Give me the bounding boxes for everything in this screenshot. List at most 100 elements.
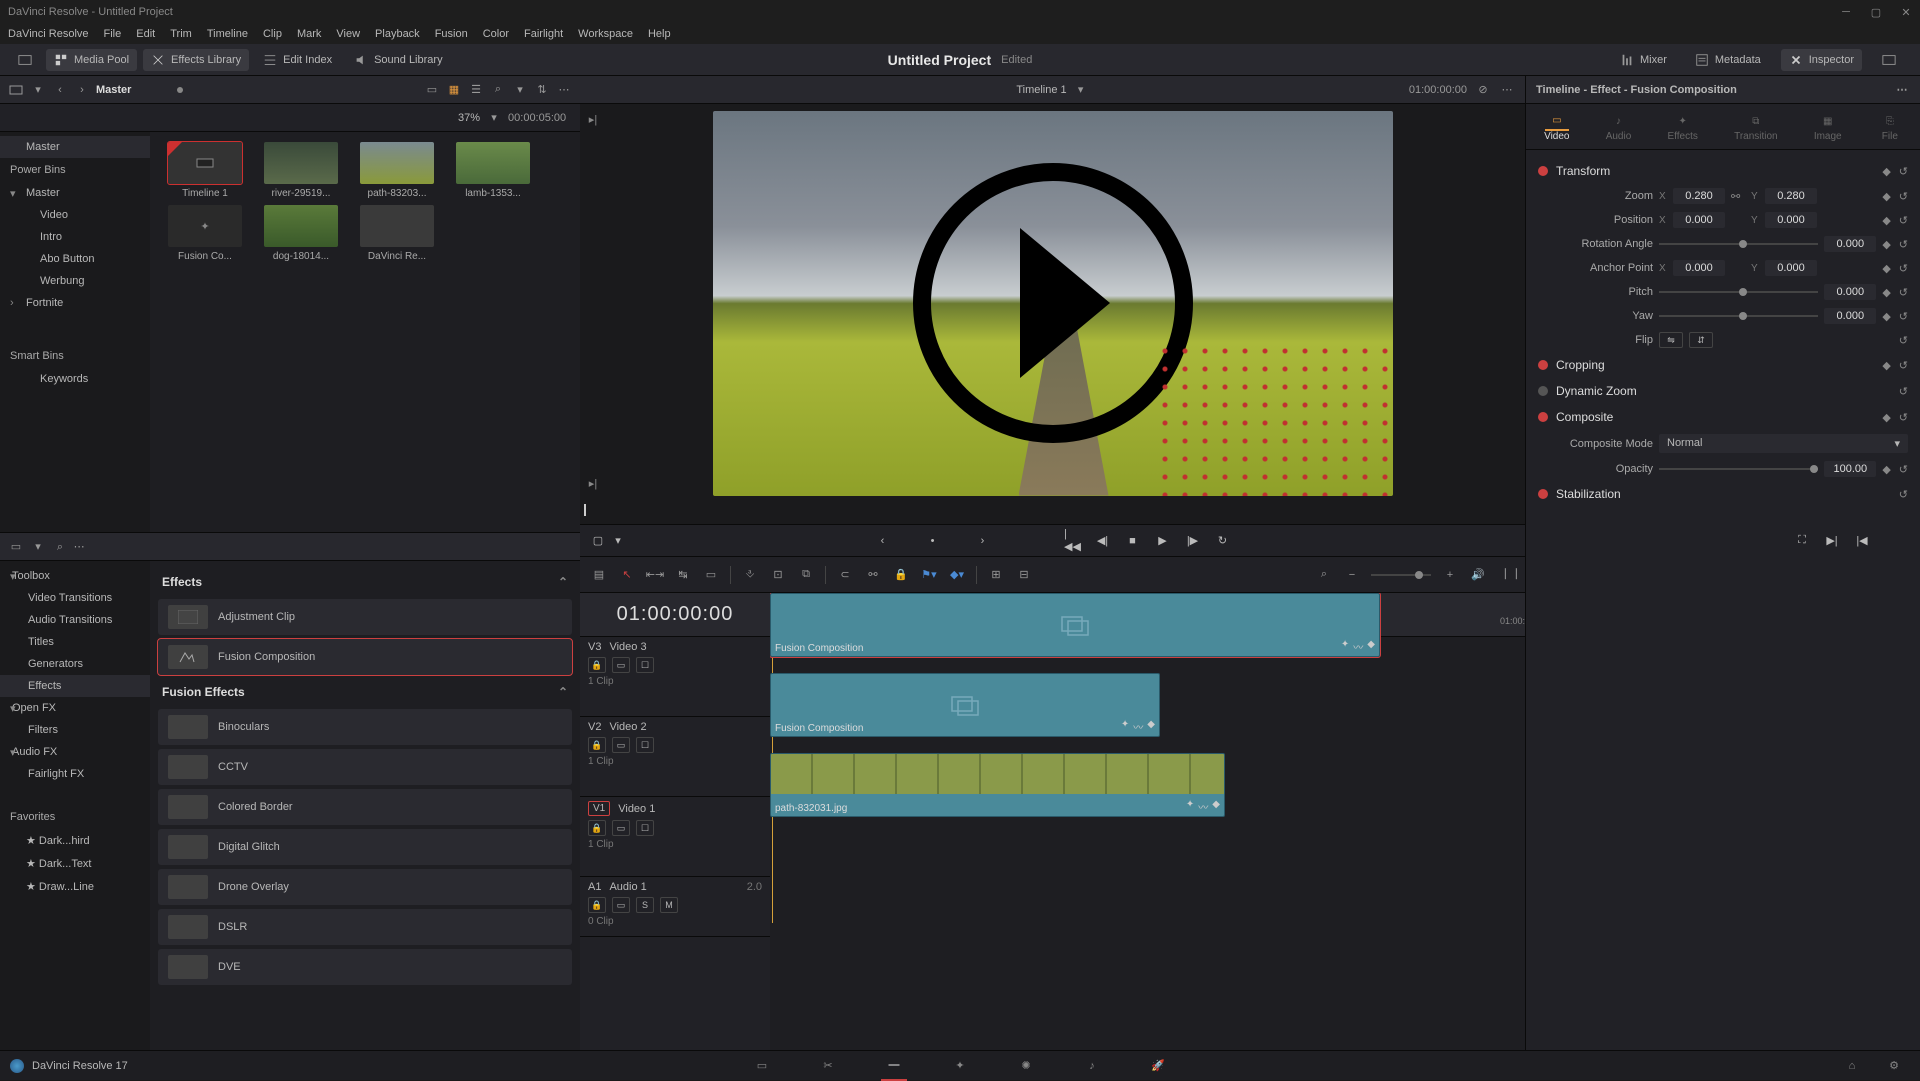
bin-item[interactable]: ▾Master (0, 182, 150, 204)
track-header[interactable]: V1Video 1🔒▭☐1 Clip (580, 797, 770, 877)
zoom-out-icon[interactable]: ⌕ (1315, 566, 1333, 584)
pos-x-input[interactable] (1673, 212, 1725, 228)
list-view-icon[interactable]: ☰ (468, 82, 484, 98)
next-mark-icon[interactable]: › (975, 533, 991, 549)
zoom-x-input[interactable] (1673, 188, 1725, 204)
more-icon[interactable]: ⋯ (1894, 82, 1910, 98)
track-header[interactable]: A1Audio 12.0🔒▭SM0 Clip (580, 877, 770, 937)
lock-icon[interactable]: 🔒 (588, 737, 606, 753)
tab-audio[interactable]: ♪Audio (1606, 111, 1632, 142)
tab-video[interactable]: ▭Video (1544, 111, 1569, 142)
fx-tree-item[interactable]: Generators (0, 653, 150, 675)
trim-tool-icon[interactable]: ⇤⇥ (646, 566, 664, 584)
menu-item[interactable]: Fusion (435, 28, 468, 40)
keyframe-icon[interactable]: ◆ (1882, 286, 1890, 299)
yaw-input[interactable] (1824, 308, 1876, 324)
menu-item[interactable]: Edit (136, 28, 155, 40)
media-pool-button[interactable]: Media Pool (46, 49, 137, 71)
search-icon[interactable]: ⌕ (52, 539, 68, 555)
lock-icon[interactable]: 🔒 (588, 657, 606, 673)
viewer-mode-icon[interactable]: ▢ (590, 533, 606, 549)
page-fairlight-icon[interactable]: ♪ (1079, 1055, 1105, 1077)
reset-icon[interactable]: ↺ (1899, 286, 1908, 299)
favorite-item[interactable]: ★ Dark...Text (0, 852, 150, 875)
fx-tree-item[interactable]: Fairlight FX (0, 763, 150, 785)
effect-item[interactable]: Fusion Composition (158, 639, 572, 675)
menu-item[interactable]: Workspace (578, 28, 633, 40)
clip-thumbnail[interactable]: river-29519... (256, 142, 346, 199)
fx-tree-item[interactable]: ▾Open FX (0, 697, 150, 719)
effect-item[interactable]: Colored Border (158, 789, 572, 825)
close-icon[interactable]: ✕ (1900, 6, 1912, 18)
keyframe-icon[interactable]: ◆ (1882, 463, 1890, 476)
nav-fwd-icon[interactable]: › (74, 82, 90, 98)
edit-index-button[interactable]: Edit Index (255, 49, 340, 71)
page-fusion-icon[interactable]: ✦ (947, 1055, 973, 1077)
zoom-minus-icon[interactable]: − (1343, 566, 1361, 584)
sync-icon[interactable]: ▭ (612, 820, 630, 836)
chevron-down-icon[interactable]: ▾ (486, 110, 502, 126)
pitch-slider[interactable] (1659, 284, 1818, 300)
more-icon[interactable]: ⋯ (556, 82, 572, 98)
category-header[interactable]: Effects⌃ (158, 569, 572, 595)
chevron-down-icon[interactable]: ▾ (1073, 82, 1089, 98)
lock-icon[interactable]: 🔒 (588, 897, 606, 913)
next-frame-icon[interactable]: |▶ (1185, 533, 1201, 549)
page-edit-icon[interactable]: ⎯⎯ (881, 1055, 907, 1077)
section-dynamic-zoom[interactable]: Dynamic Zoom↺ (1538, 378, 1908, 404)
menu-item[interactable]: Color (483, 28, 509, 40)
scrubber[interactable] (580, 502, 1525, 524)
keyframe-icon[interactable]: ◆ (1882, 238, 1890, 251)
timeline-clip[interactable]: Fusion Composition✦〰◆ (770, 593, 1380, 657)
reset-icon[interactable]: ↺ (1899, 310, 1908, 323)
page-color-icon[interactable]: ✺ (1013, 1055, 1039, 1077)
fx-tree-item[interactable]: Video Transitions (0, 587, 150, 609)
bin-item[interactable]: Abo Button (0, 248, 150, 270)
anchor-x-input[interactable] (1673, 260, 1725, 276)
clip-thumbnail[interactable]: lamb-1353... (448, 142, 538, 199)
mute-button[interactable]: M (660, 897, 678, 913)
dynamic-trim-icon[interactable]: ↹ (674, 566, 692, 584)
fx-tree-item[interactable]: Effects (0, 675, 150, 697)
inspector-button[interactable]: Inspector (1781, 49, 1862, 71)
effect-item[interactable]: Binoculars (158, 709, 572, 745)
clip-thumbnail[interactable]: dog-18014... (256, 205, 346, 262)
prev-frame-icon[interactable]: ◀| (1095, 533, 1111, 549)
keyframe-icon[interactable]: ◆ (1882, 359, 1890, 372)
bin-item[interactable]: ›Fortnite (0, 292, 150, 314)
sync-icon[interactable]: ▭ (612, 897, 630, 913)
favorite-item[interactable]: ★ Dark...hird (0, 829, 150, 852)
nav-back-icon[interactable]: ‹ (52, 82, 68, 98)
fx-tree-item[interactable]: ▾Toolbox (0, 565, 150, 587)
fx-tree-item[interactable]: Audio Transitions (0, 609, 150, 631)
mixer-button[interactable]: Mixer (1612, 49, 1675, 71)
zoom-plus-icon[interactable]: + (1441, 566, 1459, 584)
menu-item[interactable]: DaVinci Resolve (8, 28, 89, 40)
marker-dot-icon[interactable]: • (925, 533, 941, 549)
effect-item[interactable]: Adjustment Clip (158, 599, 572, 635)
opacity-slider[interactable] (1659, 461, 1818, 477)
timeline-name[interactable]: Timeline 1 (1016, 84, 1066, 96)
snap-icon[interactable]: ⊂ (836, 566, 854, 584)
metadata-view-icon[interactable]: ▭ (424, 82, 440, 98)
keyframe-icon[interactable]: ◆ (1882, 262, 1890, 275)
fx-tree-item[interactable]: Titles (0, 631, 150, 653)
bypass-icon[interactable]: ⊘ (1475, 82, 1491, 98)
opacity-input[interactable] (1824, 461, 1876, 477)
timeline-canvas[interactable]: 01:00:00:00 01:00:08:00 01:00:16:00 01:0… (770, 593, 1525, 1050)
home-icon[interactable]: ⌂ (1838, 1056, 1866, 1076)
timeline-view-icon[interactable]: ▤ (590, 566, 608, 584)
reset-icon[interactable]: ↺ (1899, 238, 1908, 251)
chevron-down-icon[interactable]: ▾ (512, 82, 528, 98)
disable-icon[interactable]: ☐ (636, 820, 654, 836)
blade-tool-icon[interactable]: ▭ (702, 566, 720, 584)
menu-item[interactable]: Trim (170, 28, 192, 40)
section-stabilization[interactable]: Stabilization↺ (1538, 481, 1908, 507)
reset-icon[interactable]: ↺ (1899, 262, 1908, 275)
chevron-down-icon[interactable]: ▾ (30, 82, 46, 98)
menu-item[interactable]: Mark (297, 28, 321, 40)
menu-item[interactable]: View (336, 28, 360, 40)
disable-icon[interactable]: ☐ (636, 657, 654, 673)
rotation-slider[interactable] (1659, 236, 1818, 252)
overwrite-icon[interactable]: ⊡ (769, 566, 787, 584)
